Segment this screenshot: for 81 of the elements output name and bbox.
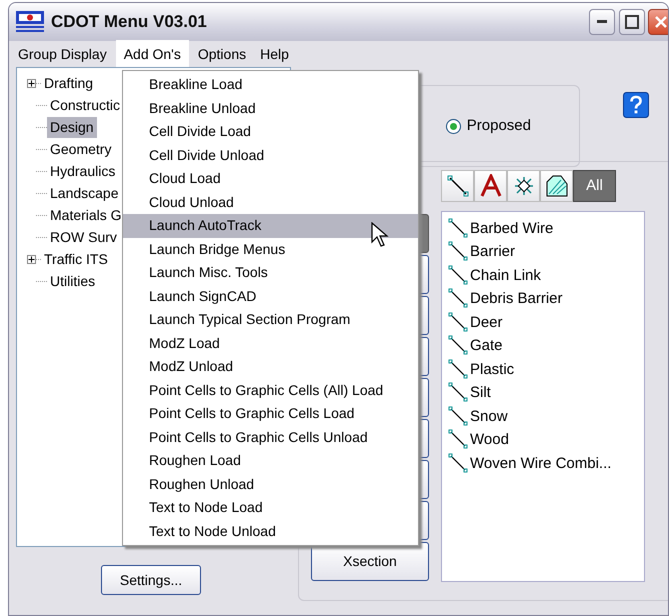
- list-item[interactable]: Barbed Wire: [470, 220, 554, 238]
- list-item[interactable]: Debris Barrier: [470, 290, 563, 308]
- list-item[interactable]: Chain Link: [470, 266, 541, 284]
- tree-item[interactable]: Geometry: [47, 138, 114, 160]
- all-button[interactable]: All: [573, 170, 616, 202]
- letter-button[interactable]: [474, 170, 507, 202]
- menu-item[interactable]: Launch Typical Section Program: [123, 308, 418, 332]
- letter-icon: [478, 174, 502, 198]
- close-icon: [654, 15, 668, 29]
- menu-item[interactable]: Breakline Unload: [123, 96, 418, 120]
- tree-item[interactable]: Constructic: [47, 94, 124, 116]
- radio-label[interactable]: Proposed: [466, 114, 531, 138]
- tree-item[interactable]: Traffic ITS: [41, 248, 111, 270]
- maximize-icon: [624, 15, 638, 29]
- point-button[interactable]: [507, 170, 540, 202]
- line-icon: [448, 358, 468, 378]
- list-item[interactable]: Silt: [470, 384, 491, 402]
- maximize-button[interactable]: [618, 9, 644, 35]
- menu-item[interactable]: Cloud Load: [123, 167, 418, 190]
- line-icon: [448, 406, 468, 426]
- menu-item[interactable]: Launch SignCAD: [123, 284, 418, 308]
- tree-item[interactable]: Landscape: [47, 182, 122, 204]
- list-item[interactable]: Plastic: [470, 360, 514, 378]
- list-item[interactable]: Woven Wire Combi...: [470, 454, 612, 472]
- minimize-button[interactable]: [589, 9, 615, 35]
- xsection-button[interactable]: Xsection: [311, 542, 429, 581]
- menu-item[interactable]: Help: [255, 42, 294, 66]
- expand-icon[interactable]: [27, 78, 36, 88]
- line-button[interactable]: [441, 170, 474, 202]
- menu-item[interactable]: Point Cells to Graphic Cells Unload: [123, 426, 418, 449]
- list-item[interactable]: Deer: [470, 314, 503, 332]
- menu-item[interactable]: Point Cells to Graphic Cells Load: [123, 402, 418, 426]
- window-title: CDOT Menu V03.01: [51, 11, 207, 34]
- menu-item[interactable]: Launch Misc. Tools: [123, 261, 418, 284]
- line-icon: [448, 264, 468, 284]
- help-icon[interactable]: [623, 92, 649, 118]
- menu-item[interactable]: Breakline Load: [123, 73, 418, 96]
- line-icon: [448, 312, 468, 332]
- menu-item[interactable]: Cell Divide Unload: [123, 144, 418, 167]
- line-icon: [448, 429, 468, 449]
- list-item[interactable]: Snow: [470, 408, 508, 426]
- settings-button[interactable]: Settings...: [101, 565, 201, 595]
- line-icon: [448, 452, 468, 472]
- menu-item[interactable]: Add On's: [116, 40, 189, 68]
- menu-item[interactable]: Cloud Unload: [123, 190, 418, 214]
- menu-item[interactable]: Options: [192, 42, 252, 66]
- tree-item[interactable]: Utilities: [47, 270, 98, 292]
- tree-item[interactable]: ROW Surv: [47, 226, 120, 248]
- line-icon: [448, 288, 468, 308]
- list-item[interactable]: Gate: [470, 337, 503, 355]
- list-item[interactable]: Barrier: [470, 243, 516, 261]
- tree-item[interactable]: Design: [47, 116, 97, 138]
- menu-item[interactable]: Launch AutoTrack: [123, 214, 418, 238]
- line-icon: [448, 335, 468, 355]
- app-logo-icon: [15, 10, 45, 34]
- point-icon: [512, 175, 534, 197]
- tree-item[interactable]: Drafting: [41, 72, 96, 94]
- menu-item[interactable]: ModZ Unload: [123, 355, 418, 378]
- menu-item[interactable]: Cell Divide Load: [123, 120, 418, 144]
- list-item[interactable]: Wood: [470, 431, 509, 449]
- line-icon: [448, 218, 468, 238]
- tree-item[interactable]: Hydraulics: [47, 160, 118, 182]
- menu-item[interactable]: Group Display: [13, 42, 112, 66]
- menu-item[interactable]: Point Cells to Graphic Cells (All) Load: [123, 378, 418, 402]
- menu-item[interactable]: Text to Node Load: [123, 496, 418, 520]
- minimize-icon: [597, 20, 607, 24]
- menu-item[interactable]: ModZ Load: [123, 332, 418, 355]
- hatch-icon: [544, 174, 568, 198]
- close-button[interactable]: [648, 9, 668, 35]
- tree-item[interactable]: Materials G: [47, 204, 125, 226]
- line-icon: [448, 382, 468, 402]
- radio-button[interactable]: [446, 118, 461, 134]
- line-icon: [446, 174, 470, 198]
- menu-item[interactable]: Roughen Load: [123, 449, 418, 472]
- menu-item[interactable]: Text to Node Unload: [123, 520, 418, 543]
- line-icon: [448, 241, 468, 261]
- hatch-button[interactable]: [540, 170, 573, 202]
- menu-item[interactable]: Launch Bridge Menus: [123, 238, 418, 261]
- pointer-icon: [371, 222, 389, 248]
- expand-icon[interactable]: [27, 254, 36, 264]
- menu-item[interactable]: Roughen Unload: [123, 472, 418, 496]
